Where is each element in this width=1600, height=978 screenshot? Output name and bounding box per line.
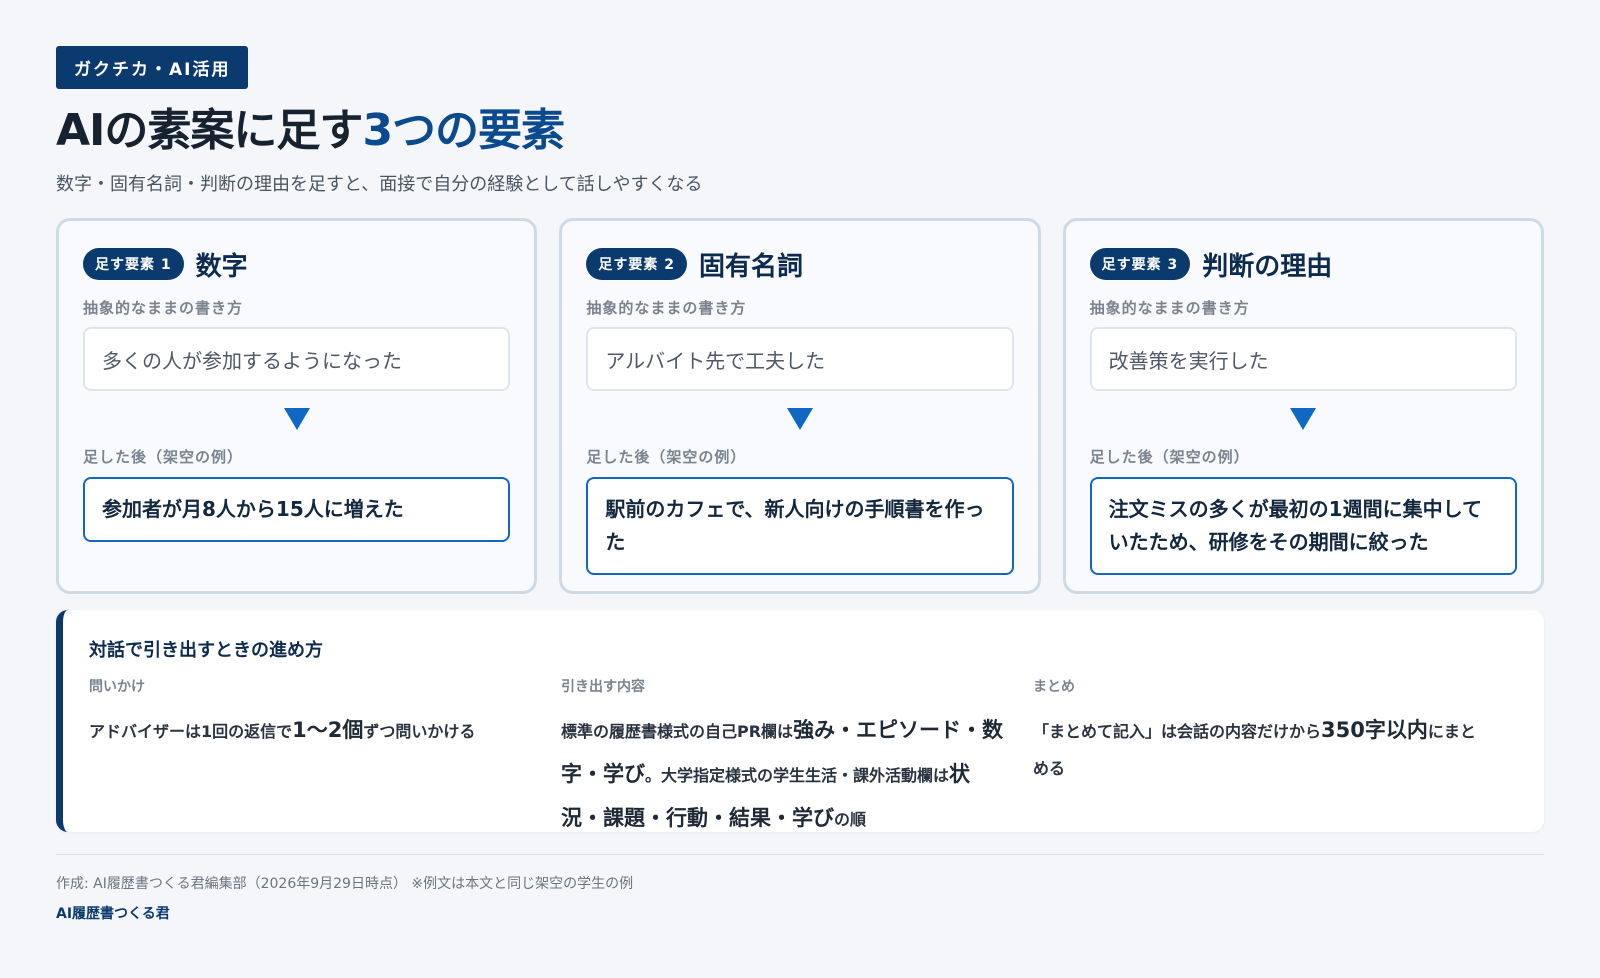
before-label: 抽象的なままの書き方 bbox=[586, 299, 747, 317]
card-proper-nouns: 足す要素 2 固有名詞 抽象的なままの書き方 アルバイト先で工夫した 足した後（… bbox=[559, 218, 1041, 594]
body-emphasis: 350字以内 bbox=[1321, 718, 1428, 742]
footer-credit: 作成: AI履歴書つくる君編集部（2026年9月29日時点） ※例文は本文と同じ… bbox=[56, 876, 634, 892]
element-pill: 足す要素 1 bbox=[83, 248, 184, 280]
after-example: 参加者が月8人から15人に増えた bbox=[83, 477, 511, 542]
before-example: 多くの人が参加するようになった bbox=[83, 327, 511, 391]
col-body: 「まとめて記入」は会話の内容だけから350字以内にまとめる bbox=[1033, 708, 1481, 786]
footer: 作成: AI履歴書つくる君編集部（2026年9月29日時点） ※例文は本文と同じ… bbox=[56, 854, 1544, 923]
dialog-guide-panel: 対話で引き出すときの進め方 問いかけ アドバイザーは1回の返信で1〜2個ずつ問い… bbox=[56, 610, 1544, 832]
after-example: 駅前のカフェで、新人向けの手順書を作った bbox=[586, 477, 1014, 575]
arrow-down-icon bbox=[1290, 408, 1317, 430]
arrow-down-icon bbox=[786, 408, 813, 430]
col-summary: まとめ 「まとめて記入」は会話の内容だけから350字以内にまとめる bbox=[1033, 676, 1505, 840]
body-text: 「まとめて記入」は会話の内容だけから bbox=[1033, 722, 1322, 741]
body-text: アドバイザーは1回の返信で bbox=[89, 722, 293, 741]
before-example: アルバイト先で工夫した bbox=[586, 327, 1014, 391]
col-body: 標準の履歴書様式の自己PR欄は強み・エピソード・数字・学び。大学指定様式の学生生… bbox=[561, 708, 1009, 840]
body-text: ずつ問いかける bbox=[363, 722, 476, 741]
body-text: 標準の履歴書様式の自己PR欄は bbox=[561, 722, 794, 741]
col-label: 引き出す内容 bbox=[561, 679, 645, 695]
card-numbers: 足す要素 1 数字 抽象的なままの書き方 多くの人が参加するようになった 足した… bbox=[56, 218, 538, 594]
before-example: 改善策を実行した bbox=[1089, 327, 1517, 391]
card-reasoning: 足す要素 3 判断の理由 抽象的なままの書き方 改善策を実行した 足した後（架空… bbox=[1062, 218, 1544, 594]
card-header: 足す要素 2 固有名詞 bbox=[586, 245, 1013, 283]
body-text: の順 bbox=[834, 810, 867, 830]
dialog-title: 対話で引き出すときの進め方 bbox=[89, 640, 323, 661]
after-label: 足した後（架空の例） bbox=[586, 448, 747, 466]
body-emphasis: 1〜2個 bbox=[292, 718, 364, 742]
element-pill: 足す要素 2 bbox=[586, 248, 687, 280]
category-tag: ガクチカ・AI活用 bbox=[56, 46, 249, 89]
col-label: まとめ bbox=[1033, 679, 1075, 695]
after-label: 足した後（架空の例） bbox=[1089, 448, 1250, 466]
page-title: AIの素案に足す3つの要素 bbox=[56, 105, 1544, 158]
col-questions: 問いかけ アドバイザーは1回の返信で1〜2個ずつ問いかける bbox=[89, 676, 561, 840]
card-title: 数字 bbox=[195, 251, 248, 282]
title-accent: 3つの要素 bbox=[362, 105, 565, 156]
after-label: 足した後（架空の例） bbox=[83, 448, 244, 466]
card-header: 足す要素 3 判断の理由 bbox=[1089, 245, 1517, 283]
dialog-columns: 問いかけ アドバイザーは1回の返信で1〜2個ずつ問いかける 引き出す内容 標準の… bbox=[89, 676, 1518, 840]
col-content: 引き出す内容 標準の履歴書様式の自己PR欄は強み・エピソード・数字・学び。大学指… bbox=[561, 676, 1033, 840]
card-header: 足す要素 1 数字 bbox=[83, 245, 510, 283]
arrow-down-icon bbox=[283, 408, 310, 430]
title-main: AIの素案に足す bbox=[56, 105, 363, 156]
element-pill: 足す要素 3 bbox=[1089, 248, 1191, 280]
after-example: 注文ミスの多くが最初の1週間に集中していたため、研修をその期間に絞った bbox=[1089, 477, 1517, 575]
card-title: 固有名詞 bbox=[698, 251, 803, 282]
element-cards: 足す要素 1 数字 抽象的なままの書き方 多くの人が参加するようになった 足した… bbox=[56, 218, 1544, 594]
card-title: 判断の理由 bbox=[1202, 251, 1333, 282]
col-body: アドバイザーは1回の返信で1〜2個ずつ問いかける bbox=[89, 708, 537, 752]
before-label: 抽象的なままの書き方 bbox=[83, 299, 244, 317]
footer-brand: AI履歴書つくる君 bbox=[56, 906, 170, 922]
col-label: 問いかけ bbox=[89, 679, 145, 695]
body-text: 。大学指定様式の学生生活・課外活動欄は bbox=[645, 766, 950, 786]
before-label: 抽象的なままの書き方 bbox=[1089, 299, 1250, 317]
page-subtitle: 数字・固有名詞・判断の理由を足すと、面接で自分の経験として話しやすくなる bbox=[56, 173, 703, 195]
page: ガクチカ・AI活用 AIの素案に足す3つの要素 数字・固有名詞・判断の理由を足す… bbox=[56, 46, 1544, 922]
